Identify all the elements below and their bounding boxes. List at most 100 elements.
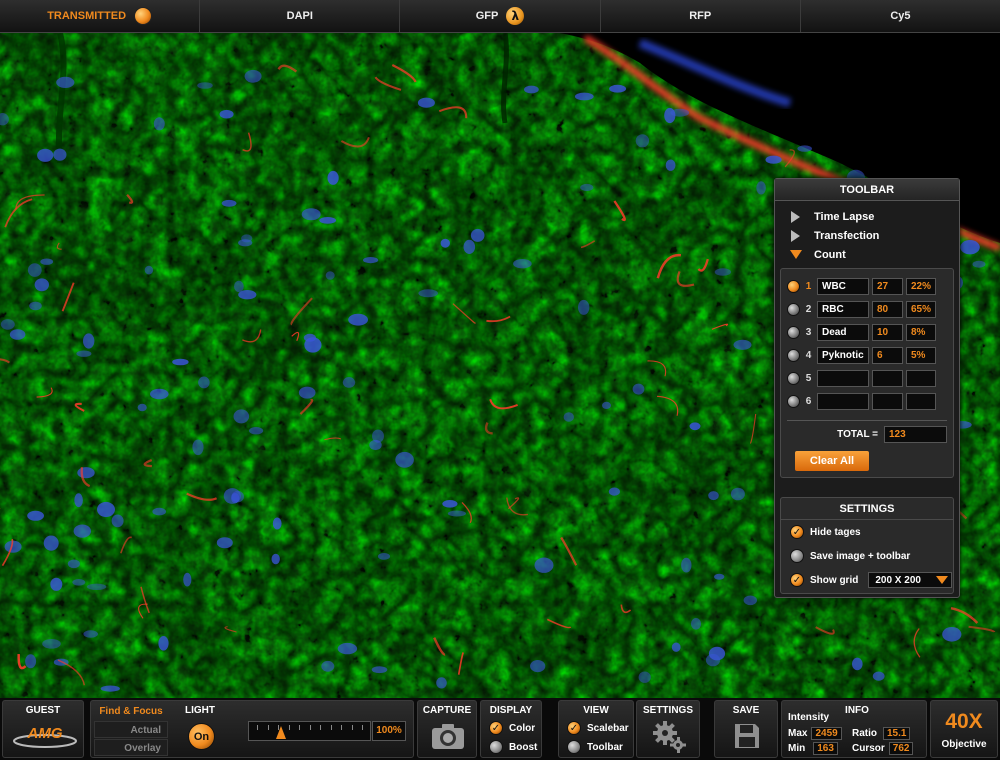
nucleus — [440, 238, 450, 248]
nucleus — [303, 333, 316, 342]
grid-size-select[interactable]: 200 X 200 — [868, 572, 953, 588]
objective-panel[interactable]: 40X Objective — [930, 700, 998, 758]
channel-tab-gfp[interactable]: GFP λ — [400, 0, 601, 32]
find-focus-label[interactable]: Find & Focus — [91, 706, 171, 717]
show-grid-row[interactable]: ✓ Show grid 200 X 200 — [781, 568, 953, 592]
count-radio-1[interactable] — [787, 280, 800, 293]
light-percent: 100% — [372, 721, 406, 741]
channel-tab-dapi[interactable]: DAPI — [200, 0, 401, 32]
save-button[interactable]: SAVE — [714, 700, 778, 758]
nucleus — [609, 84, 627, 93]
info-panel: INFO Intensity Max 2459 Min 163 Ratio 15… — [781, 700, 927, 758]
nucleus — [395, 451, 414, 468]
min-value: 163 — [813, 742, 838, 755]
channel-tab-rfp[interactable]: RFP — [601, 0, 801, 32]
nucleus — [29, 301, 42, 311]
nucleus — [0, 319, 15, 330]
nucleus — [337, 642, 358, 655]
nucleus — [463, 239, 476, 254]
gear-icon — [653, 721, 686, 753]
total-row: TOTAL = 123 — [787, 426, 947, 443]
scalebar-option[interactable]: ✓ Scalebar — [567, 721, 629, 735]
nucleus — [86, 583, 107, 590]
ratio-label: Ratio — [852, 728, 877, 739]
count-radio-3[interactable] — [787, 326, 800, 339]
nucleus — [534, 557, 554, 573]
count-name-field[interactable]: Dead — [817, 324, 869, 341]
count-number: 2 — [805, 304, 812, 315]
radio-off-icon[interactable] — [567, 740, 581, 754]
nucleus — [158, 636, 169, 651]
save-image-row[interactable]: Save image + toolbar — [781, 544, 953, 568]
count-radio-2[interactable] — [787, 303, 800, 316]
channel-label: DAPI — [286, 10, 313, 22]
color-option[interactable]: ✓ Color — [489, 721, 535, 735]
ratio-value: 15.1 — [883, 727, 911, 740]
check-icon[interactable]: ✓ — [790, 525, 804, 539]
count-name-field[interactable] — [817, 370, 869, 387]
nucleus — [301, 208, 321, 221]
orange-dot-icon — [134, 7, 153, 25]
count-radio-6[interactable] — [787, 395, 800, 408]
nucleus — [470, 228, 485, 242]
objective-value: 40X — [945, 710, 983, 733]
objective-label: Objective — [941, 739, 987, 750]
nucleus — [635, 134, 650, 148]
count-name-field[interactable]: RBC — [817, 301, 869, 318]
mode-transfection[interactable]: Transfection — [775, 226, 959, 245]
radio-off-icon[interactable] — [790, 549, 804, 563]
nucleus — [417, 97, 435, 108]
light-slider[interactable] — [248, 721, 371, 741]
count-radio-5[interactable] — [787, 372, 800, 385]
nucleus — [197, 82, 213, 89]
settings-button[interactable]: SETTINGS — [636, 700, 700, 758]
camera-icon — [432, 724, 464, 749]
nucleus — [298, 386, 316, 399]
radio-off-icon[interactable] — [489, 740, 503, 754]
nucleus — [34, 278, 49, 292]
nucleus — [76, 350, 92, 357]
nucleus — [756, 181, 766, 195]
light-on-button[interactable]: On — [188, 723, 215, 750]
clear-all-button[interactable]: Clear All — [795, 451, 869, 471]
mode-time-lapse[interactable]: Time Lapse — [775, 207, 959, 226]
nucleus — [369, 439, 382, 451]
nucleus — [72, 579, 86, 586]
display-panel: DISPLAY ✓ Color Boost — [480, 700, 542, 758]
channel-tab-cy5[interactable]: Cy5 — [801, 0, 1000, 32]
check-icon[interactable]: ✓ — [567, 721, 581, 735]
toolbar-option[interactable]: Toolbar — [567, 740, 623, 754]
actual-option[interactable]: Actual — [94, 721, 168, 738]
capture-button[interactable]: CAPTURE — [417, 700, 477, 758]
nucleus — [244, 69, 262, 83]
overlay-option[interactable]: Overlay — [94, 739, 168, 756]
view-panel: VIEW ✓ Scalebar Toolbar — [558, 700, 634, 758]
cursor-value: 762 — [888, 742, 914, 755]
mode-count[interactable]: Count — [775, 245, 959, 264]
count-row: 4 Pyknotic 6 5% — [787, 344, 947, 367]
check-icon[interactable]: ✓ — [489, 721, 503, 735]
count-name-field[interactable]: Pyknotic — [817, 347, 869, 364]
divider — [787, 420, 947, 421]
count-value — [872, 393, 903, 410]
capture-label: CAPTURE — [422, 705, 472, 716]
count-radio-4[interactable] — [787, 349, 800, 362]
color-label: Color — [509, 722, 536, 734]
nucleus — [765, 155, 782, 164]
cursor-row: Cursor 762 — [852, 742, 914, 755]
nucleus — [77, 467, 95, 479]
count-name-field[interactable] — [817, 393, 869, 410]
boost-option[interactable]: Boost — [489, 740, 537, 754]
check-icon[interactable]: ✓ — [790, 573, 804, 587]
nucleus — [272, 517, 282, 530]
nucleus — [221, 199, 237, 207]
scalebar-label: Scalebar — [587, 722, 629, 734]
channel-tab-transmitted[interactable]: TRANSMITTED — [0, 0, 201, 32]
nucleus — [574, 92, 594, 101]
hide-tags-row[interactable]: ✓ Hide tages — [781, 520, 953, 544]
count-name-field[interactable]: WBC — [817, 278, 869, 295]
nucleus — [137, 403, 147, 412]
nucleus — [153, 117, 165, 131]
nucleus — [9, 329, 26, 340]
count-row: 5 — [787, 367, 947, 390]
